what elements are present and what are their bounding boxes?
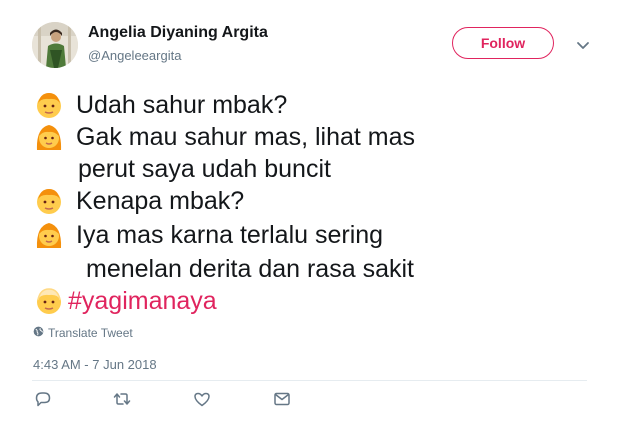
translate-tweet-link[interactable]: Translate Tweet (33, 326, 133, 340)
message-icon[interactable] (272, 389, 292, 409)
like-icon[interactable] (192, 389, 212, 409)
tweet-text-continuation: perut saya udah buncit (78, 155, 331, 183)
hashtag-link[interactable]: #yagimanaya (68, 284, 217, 318)
tweet-line: Iya mas karna terlalu sering (34, 218, 383, 252)
tweet-text: Udah sahur mbak? (76, 91, 288, 119)
retweet-icon[interactable] (112, 389, 132, 409)
blond-emoji (34, 286, 64, 316)
globe-icon (33, 326, 48, 340)
tweet-line: Udah sahur mbak? (34, 88, 287, 122)
reply-icon[interactable] (33, 389, 53, 409)
follow-button[interactable]: Follow (452, 27, 554, 59)
woman-emoji (34, 122, 64, 152)
divider (32, 380, 587, 381)
woman-emoji (34, 220, 64, 250)
avatar[interactable] (32, 22, 78, 68)
tweet-text-continuation: menelan derita dan rasa sakit (86, 255, 414, 283)
tweet-line: Gak mau sahur mas, lihat mas (34, 120, 415, 154)
tweet-timestamp[interactable]: 4:43 AM - 7 Jun 2018 (33, 357, 157, 372)
tweet-line: #yagimanaya (34, 284, 217, 318)
tweet-text: Iya mas karna terlalu sering (76, 221, 384, 249)
author-handle[interactable]: @Angeleeargita (88, 48, 181, 63)
tweet-text: Kenapa mbak? (76, 187, 245, 215)
tweet-text: Gak mau sahur mas, lihat mas (76, 123, 416, 151)
translate-label: Translate Tweet (48, 326, 133, 340)
boy-emoji (34, 186, 64, 216)
tweet-line: Kenapa mbak? (34, 184, 244, 218)
author-name[interactable]: Angelia Diyaning Argita (88, 24, 268, 42)
boy-emoji (34, 90, 64, 120)
chevron-down-icon[interactable] (574, 36, 592, 54)
